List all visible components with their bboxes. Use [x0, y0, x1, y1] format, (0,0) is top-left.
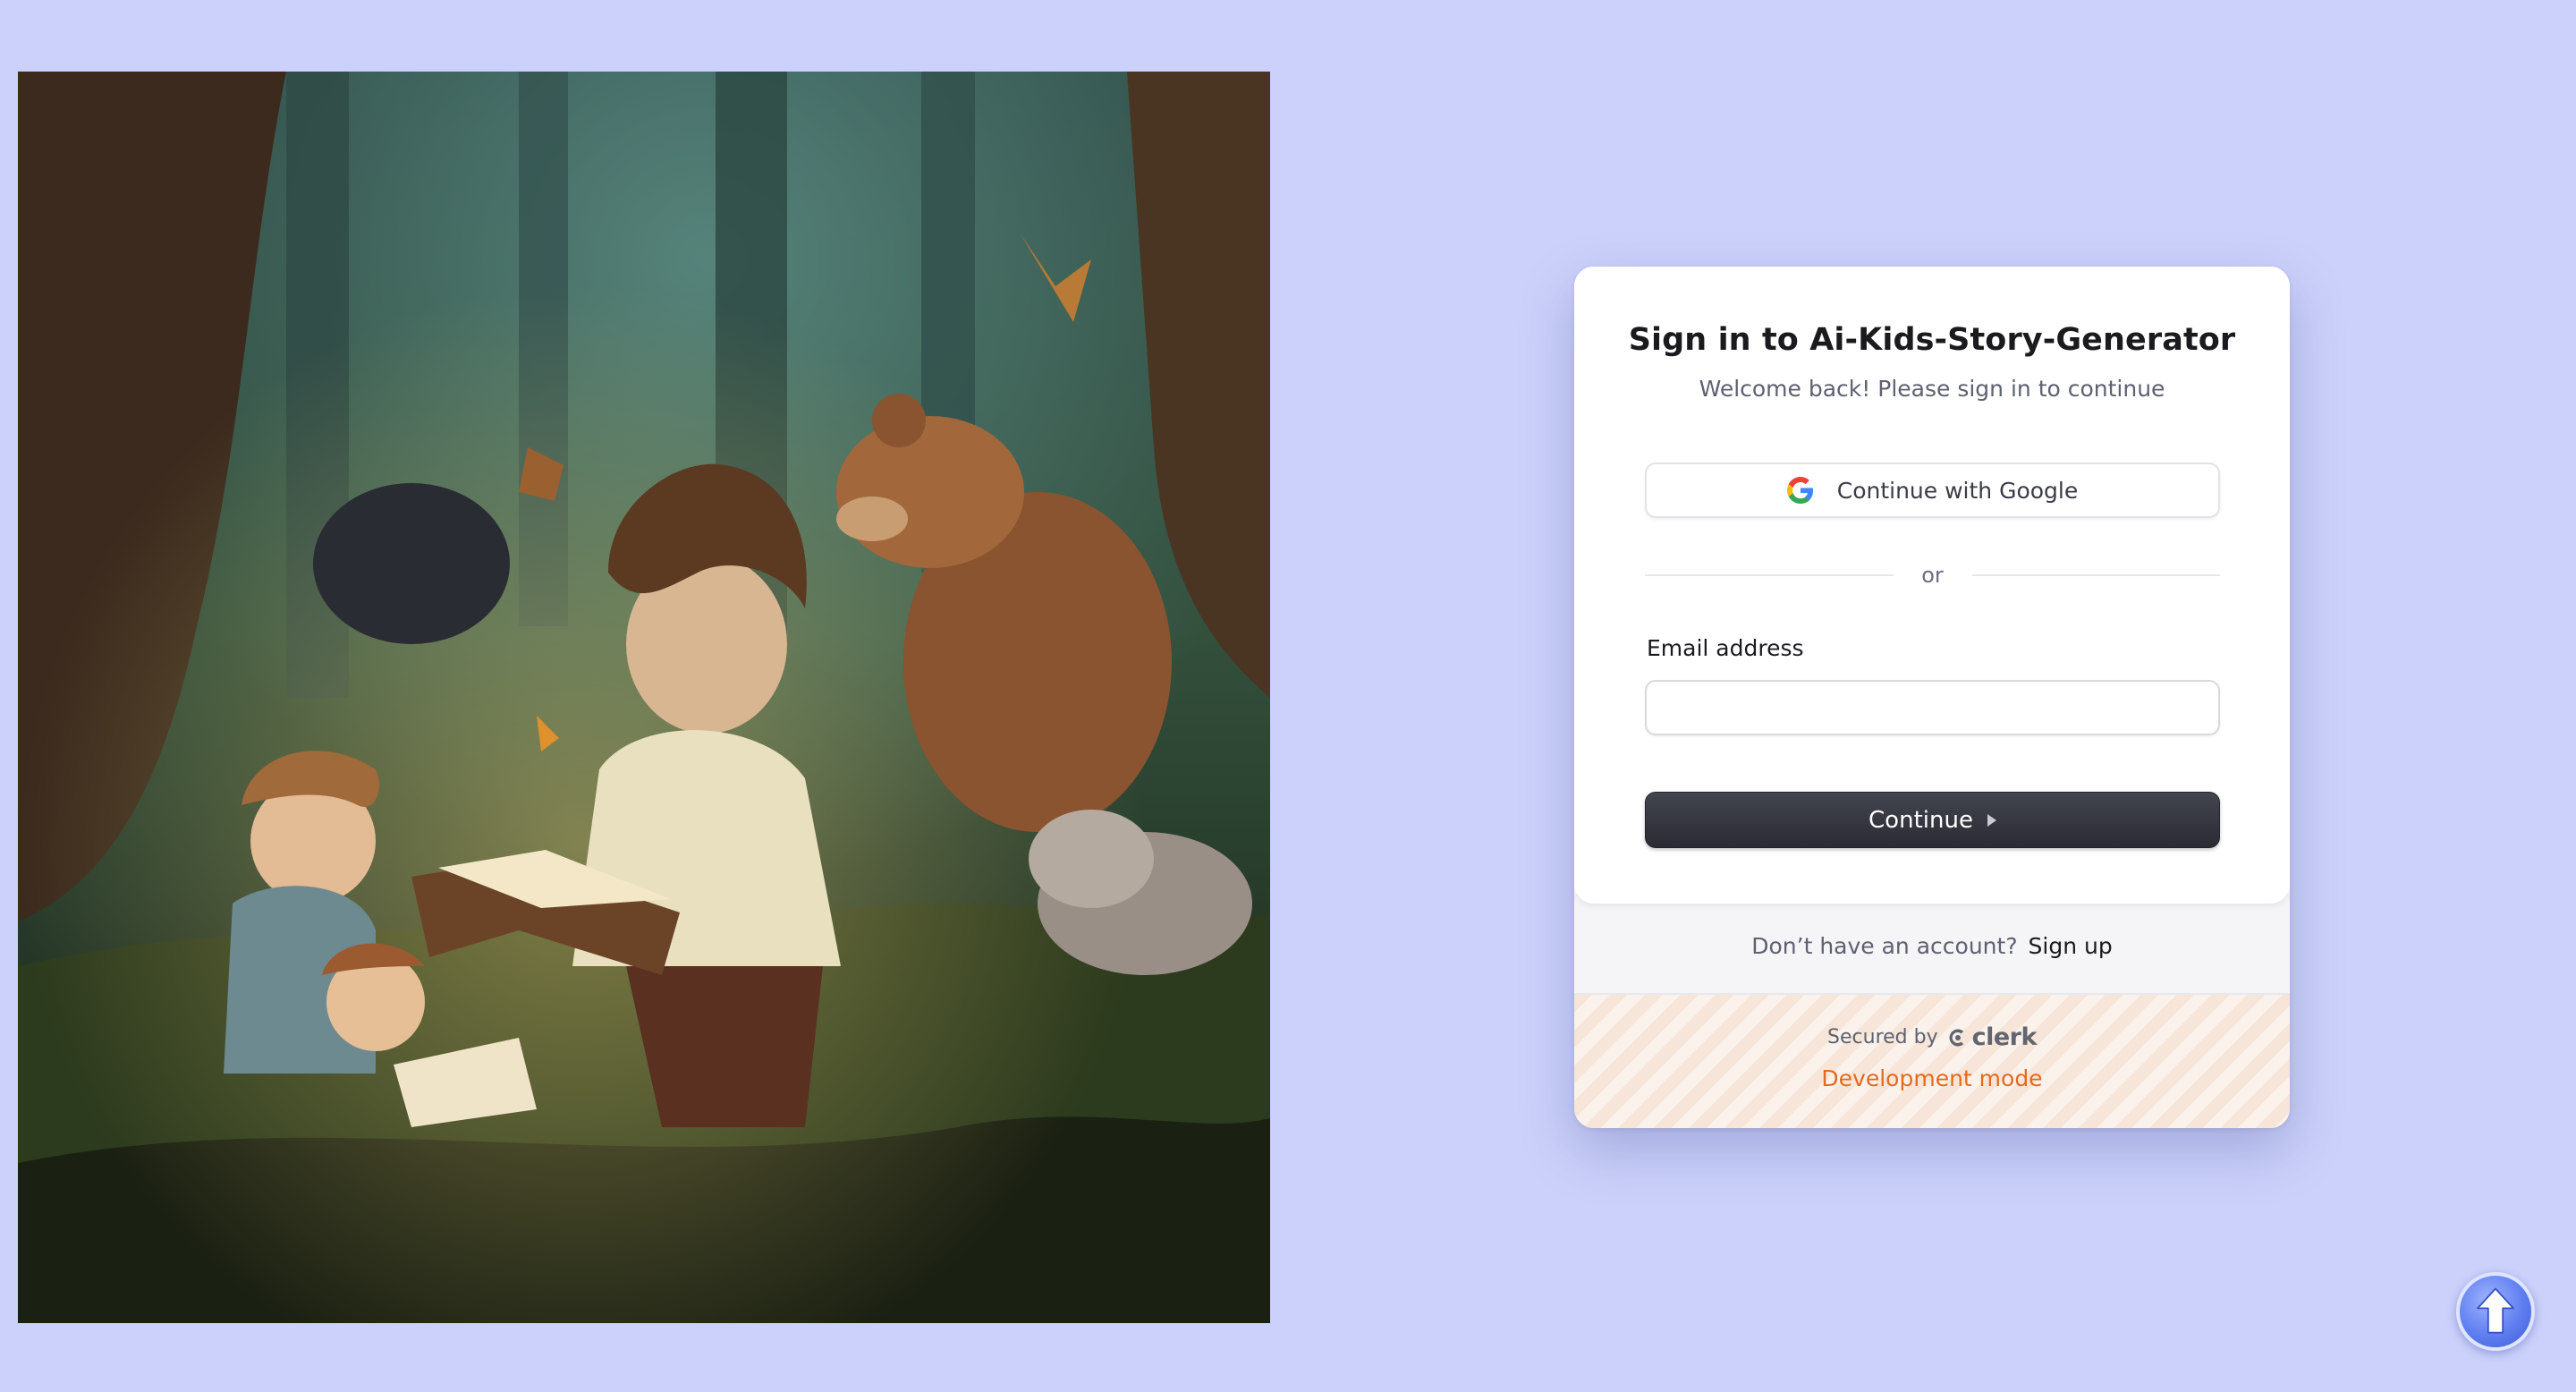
signin-title: Sign in to Ai-Kids-Story-Generator: [1628, 322, 2236, 358]
email-address-input[interactable]: [1645, 680, 2220, 735]
arrow-up-icon: [2477, 1287, 2514, 1334]
clerk-logo[interactable]: clerk: [1947, 1023, 2037, 1051]
caret-right-icon: [1987, 813, 1996, 827]
clerk-wordmark: clerk: [1971, 1023, 2038, 1051]
continue-button-label: Continue: [1868, 806, 1973, 834]
signin-card-body: Sign in to Ai-Kids-Story-Generator Welco…: [1574, 267, 2290, 904]
continue-with-google-label: Continue with Google: [1836, 477, 2079, 504]
hero-illustration: [18, 72, 1270, 1323]
scroll-to-top-button[interactable]: [2456, 1272, 2535, 1351]
continue-with-google-button[interactable]: Continue with Google: [1645, 463, 2220, 518]
email-address-label: Email address: [1647, 635, 1804, 661]
development-mode-text: Development mode: [1821, 1065, 2043, 1091]
divider-or-text: or: [1921, 563, 1944, 588]
continue-button[interactable]: Continue: [1645, 792, 2220, 848]
development-mode-banner: [1574, 995, 2290, 1128]
divider-line-right: [1971, 574, 2220, 576]
signup-link[interactable]: Sign up: [2029, 933, 2113, 959]
signup-prompt: Don’t have an account? Sign up: [1574, 933, 2290, 959]
google-icon: [1786, 477, 1813, 504]
signin-card: Sign in to Ai-Kids-Story-Generator Welco…: [1574, 267, 2290, 1128]
clerk-logo-icon: [1949, 1029, 1963, 1046]
secured-by-text: Secured by: [1827, 1026, 1938, 1048]
signup-question: Don’t have an account?: [1751, 933, 2018, 959]
divider-line-left: [1645, 574, 1894, 576]
forest-scene-illustration: [18, 72, 1270, 1323]
or-divider: or: [1645, 562, 2220, 589]
signin-subtitle: Welcome back! Please sign in to continue: [1699, 376, 2165, 402]
secured-by-clerk: Secured by clerk: [1574, 1023, 2290, 1051]
